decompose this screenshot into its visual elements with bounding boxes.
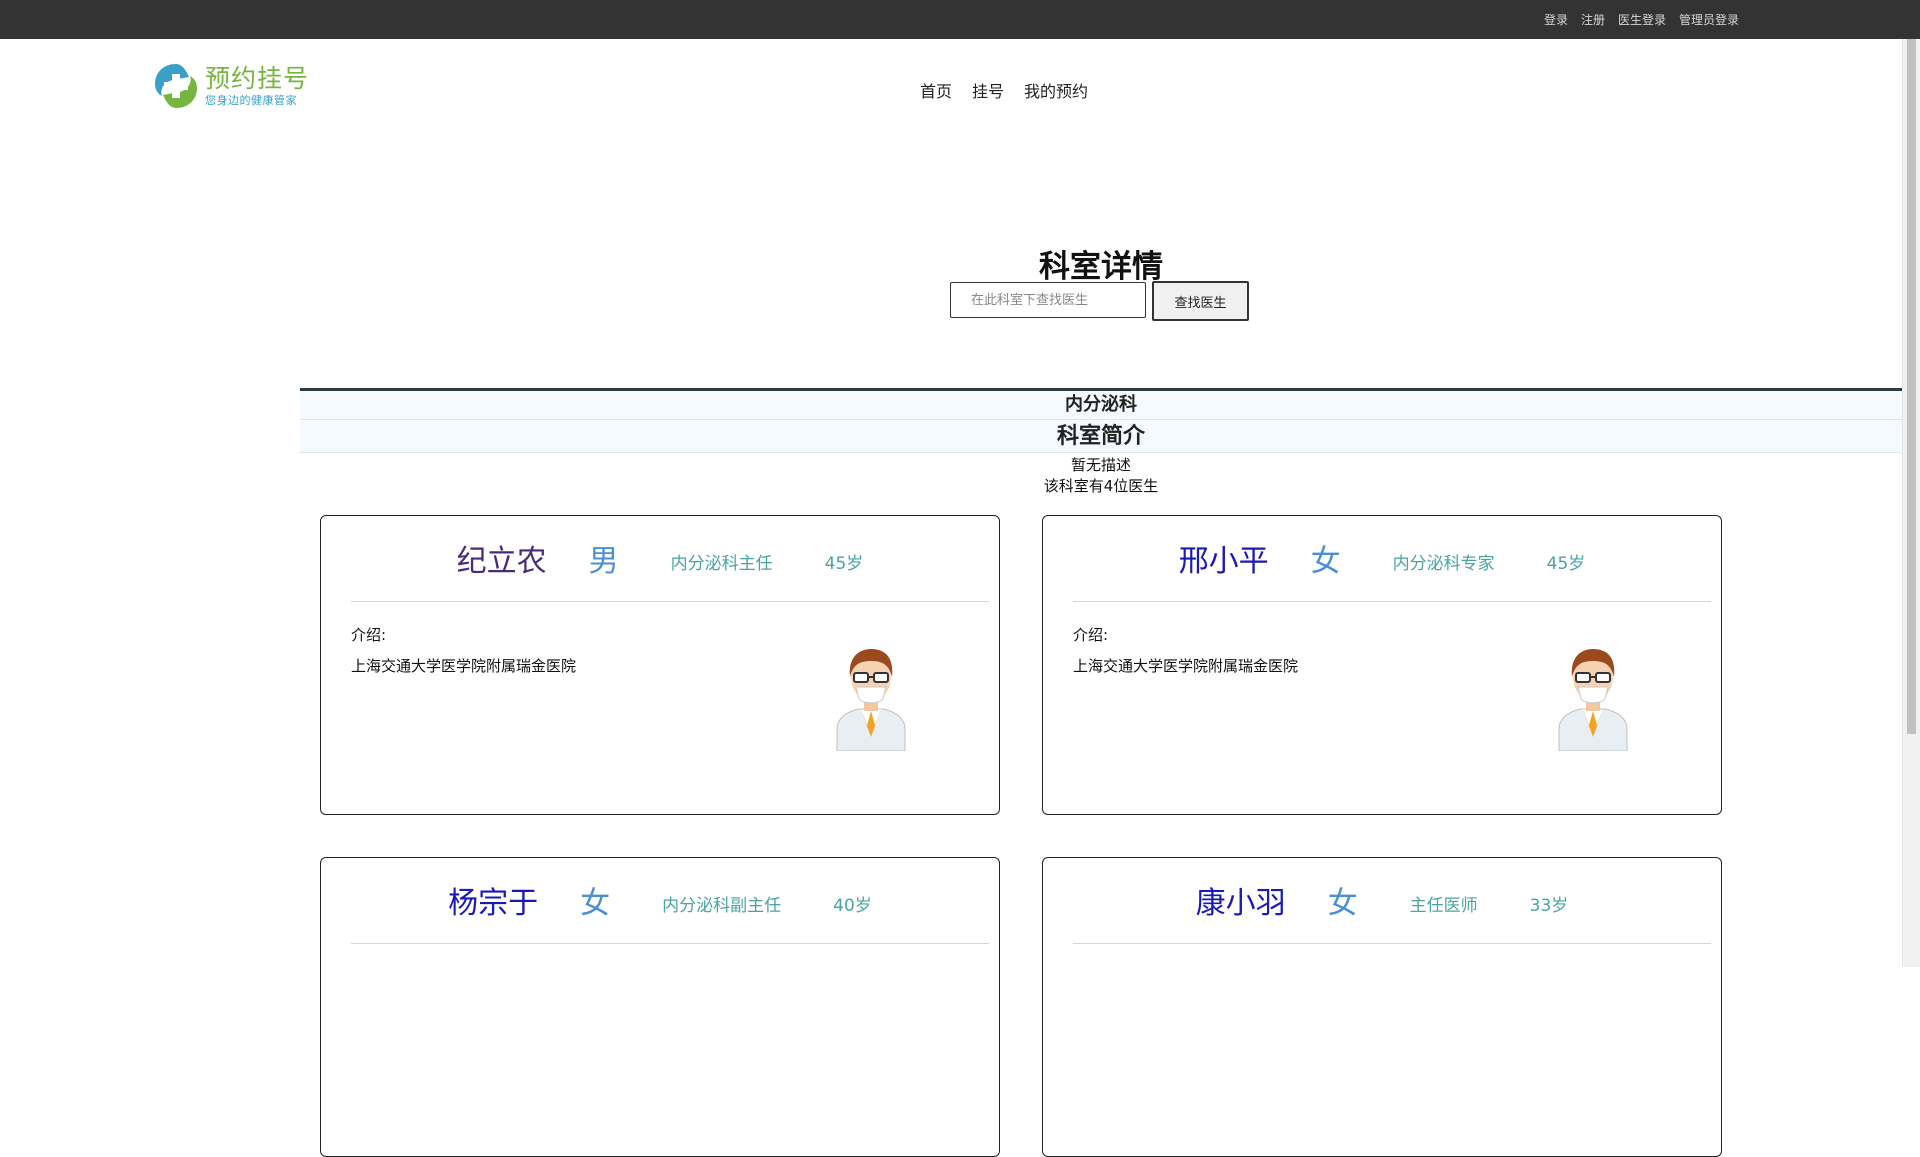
department-name: 内分泌科 xyxy=(300,391,1902,420)
doctor-search-input[interactable] xyxy=(950,282,1146,318)
doctor-name: 杨宗于 xyxy=(448,886,539,921)
page-title: 科室详情 xyxy=(1039,249,1163,285)
top-bar: 登录 注册 医生登录 管理员登录 xyxy=(0,0,1920,39)
department-doctor-count: 该科室有4位医生 xyxy=(1043,477,1159,495)
doctor-card-header: 纪立农 男 内分泌科主任 45岁 xyxy=(321,516,999,600)
doctor-gender: 女 xyxy=(1310,544,1341,579)
logo-subtitle: 您身边的健康管家 xyxy=(205,94,297,107)
doctor-avatar-icon xyxy=(1558,649,1628,751)
department-description: 暂无描述 xyxy=(1070,456,1131,474)
doctor-card[interactable]: 康小羽 女 主任医师 33岁 xyxy=(1042,857,1722,1157)
card-divider xyxy=(1073,601,1711,602)
doctor-search: 查找医生 xyxy=(950,281,1249,321)
card-divider xyxy=(1073,943,1711,944)
doctor-card-header: 康小羽 女 主任医师 33岁 xyxy=(1043,858,1721,942)
card-divider xyxy=(351,943,989,944)
doctor-name: 纪立农 xyxy=(456,544,547,579)
admin-login-link[interactable]: 管理员登录 xyxy=(1679,11,1739,28)
logo-title: 预约挂号 xyxy=(205,64,310,93)
doctor-avatar-icon xyxy=(836,649,906,751)
login-link[interactable]: 登录 xyxy=(1544,11,1568,28)
doctor-title: 内分泌科专家 xyxy=(1392,553,1495,574)
doctor-card[interactable]: 邢小平 女 内分泌科专家 45岁 介绍: 上海交通大学医学院附属瑞金医院 xyxy=(1042,515,1722,815)
doctor-card[interactable]: 杨宗于 女 内分泌科副主任 40岁 xyxy=(320,857,1000,1157)
nav-home[interactable]: 首页 xyxy=(920,78,952,102)
doctor-intro-label: 介绍: xyxy=(1073,626,1109,644)
site-logo[interactable]: 预约挂号 您身边的健康管家 xyxy=(151,58,321,114)
doctor-title: 主任医师 xyxy=(1409,895,1478,916)
doctor-search-button[interactable]: 查找医生 xyxy=(1152,281,1249,321)
page-scrollbar[interactable] xyxy=(1902,39,1920,967)
doctor-card[interactable]: 纪立农 男 内分泌科主任 45岁 介绍: 上海交通大学医学院附属瑞金医院 xyxy=(320,515,1000,815)
nav-register[interactable]: 挂号 xyxy=(972,78,1004,102)
doctor-age: 45岁 xyxy=(824,553,864,574)
doctor-age: 40岁 xyxy=(833,895,872,916)
logo-text: 预约挂号 您身边的健康管家 xyxy=(205,66,309,106)
doctor-intro: 上海交通大学医学院附属瑞金医院 xyxy=(1073,657,1299,675)
doctor-name: 康小羽 xyxy=(1195,886,1286,921)
register-link[interactable]: 注册 xyxy=(1581,11,1605,28)
main-nav: 首页 挂号 我的预约 xyxy=(920,78,1088,102)
doctor-name: 邢小平 xyxy=(1178,544,1269,579)
doctor-card-header: 邢小平 女 内分泌科专家 45岁 xyxy=(1043,516,1721,600)
department-intro-heading: 科室简介 xyxy=(300,421,1902,453)
doctor-intro-label: 介绍: xyxy=(351,626,387,644)
doctor-intro: 上海交通大学医学院附属瑞金医院 xyxy=(351,657,577,675)
card-divider xyxy=(351,601,989,602)
doctor-login-link[interactable]: 医生登录 xyxy=(1618,11,1666,28)
doctor-age: 45岁 xyxy=(1546,553,1586,574)
scrollbar-thumb[interactable] xyxy=(1907,39,1916,734)
doctor-title: 内分泌科主任 xyxy=(670,553,773,574)
nav-my-appointments[interactable]: 我的预约 xyxy=(1024,78,1088,102)
doctor-gender: 女 xyxy=(580,886,611,921)
doctor-age: 33岁 xyxy=(1529,895,1569,916)
top-bar-links: 登录 注册 医生登录 管理员登录 xyxy=(1544,0,1739,39)
doctor-gender: 女 xyxy=(1327,886,1358,921)
doctor-title: 内分泌科副主任 xyxy=(662,895,782,916)
doctor-card-header: 杨宗于 女 内分泌科副主任 40岁 xyxy=(321,858,999,942)
doctor-gender: 男 xyxy=(588,544,619,579)
logo-mark xyxy=(155,64,197,108)
